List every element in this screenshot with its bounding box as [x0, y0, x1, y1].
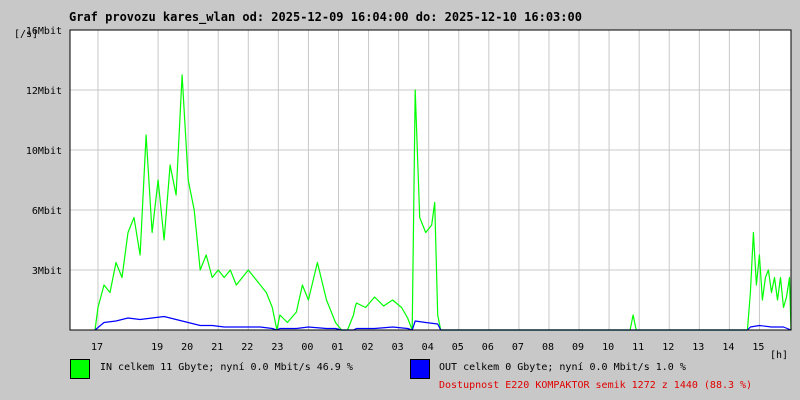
- x-tick-label: 14: [722, 342, 734, 353]
- y-tick-label: 3Mbit: [32, 266, 62, 277]
- legend-out-swatch: [410, 359, 430, 379]
- x-tick-label: 10: [602, 342, 614, 353]
- x-tick-label: 08: [542, 342, 554, 353]
- x-tick-label: 22: [241, 342, 253, 353]
- plot-area: [69, 29, 792, 331]
- x-tick-label: 01: [331, 342, 343, 353]
- x-tick-label: 19: [151, 342, 163, 353]
- x-tick-label: 02: [362, 342, 374, 353]
- y-tick-label: 10Mbit: [26, 146, 62, 157]
- traffic-chart: 3Mbit 6Mbit 10Mbit 12Mbit 16Mbit 17 19 20 21 22 23…: [26, 26, 792, 353]
- legend-in-text: IN celkem 11 Gbyte; nyní 0.0 Mbit/s 46.9…: [100, 362, 353, 373]
- x-tick-label: 09: [572, 342, 584, 353]
- availability-text: Dostupnost E220 KOMPAKTOR semik 1272 z 1…: [439, 380, 753, 391]
- x-tick-label: 21: [211, 342, 223, 353]
- y-tick-label: 12Mbit: [26, 86, 62, 97]
- x-tick-label: 06: [482, 342, 494, 353]
- x-tick-label: 04: [422, 342, 434, 353]
- x-tick-label: 15: [752, 342, 764, 353]
- x-tick-label: 17: [91, 342, 103, 353]
- x-tick-label: 20: [181, 342, 193, 353]
- x-tick-label: 05: [452, 342, 464, 353]
- x-tick-label: 11: [632, 342, 644, 353]
- x-tick-label: 12: [662, 342, 674, 353]
- legend-out-text: OUT celkem 0 Gbyte; nyní 0.0 Mbit/s 1.0 …: [439, 362, 686, 373]
- x-tick-label: 13: [692, 342, 704, 353]
- x-tick-label: 23: [271, 342, 283, 353]
- x-tick-label: 00: [301, 342, 313, 353]
- x-tick-label: 03: [392, 342, 404, 353]
- legend-in-swatch: [70, 359, 90, 379]
- x-tick-label: 07: [512, 342, 524, 353]
- y-tick-label: 6Mbit: [32, 206, 62, 217]
- y-tick-label: 16Mbit: [26, 26, 62, 37]
